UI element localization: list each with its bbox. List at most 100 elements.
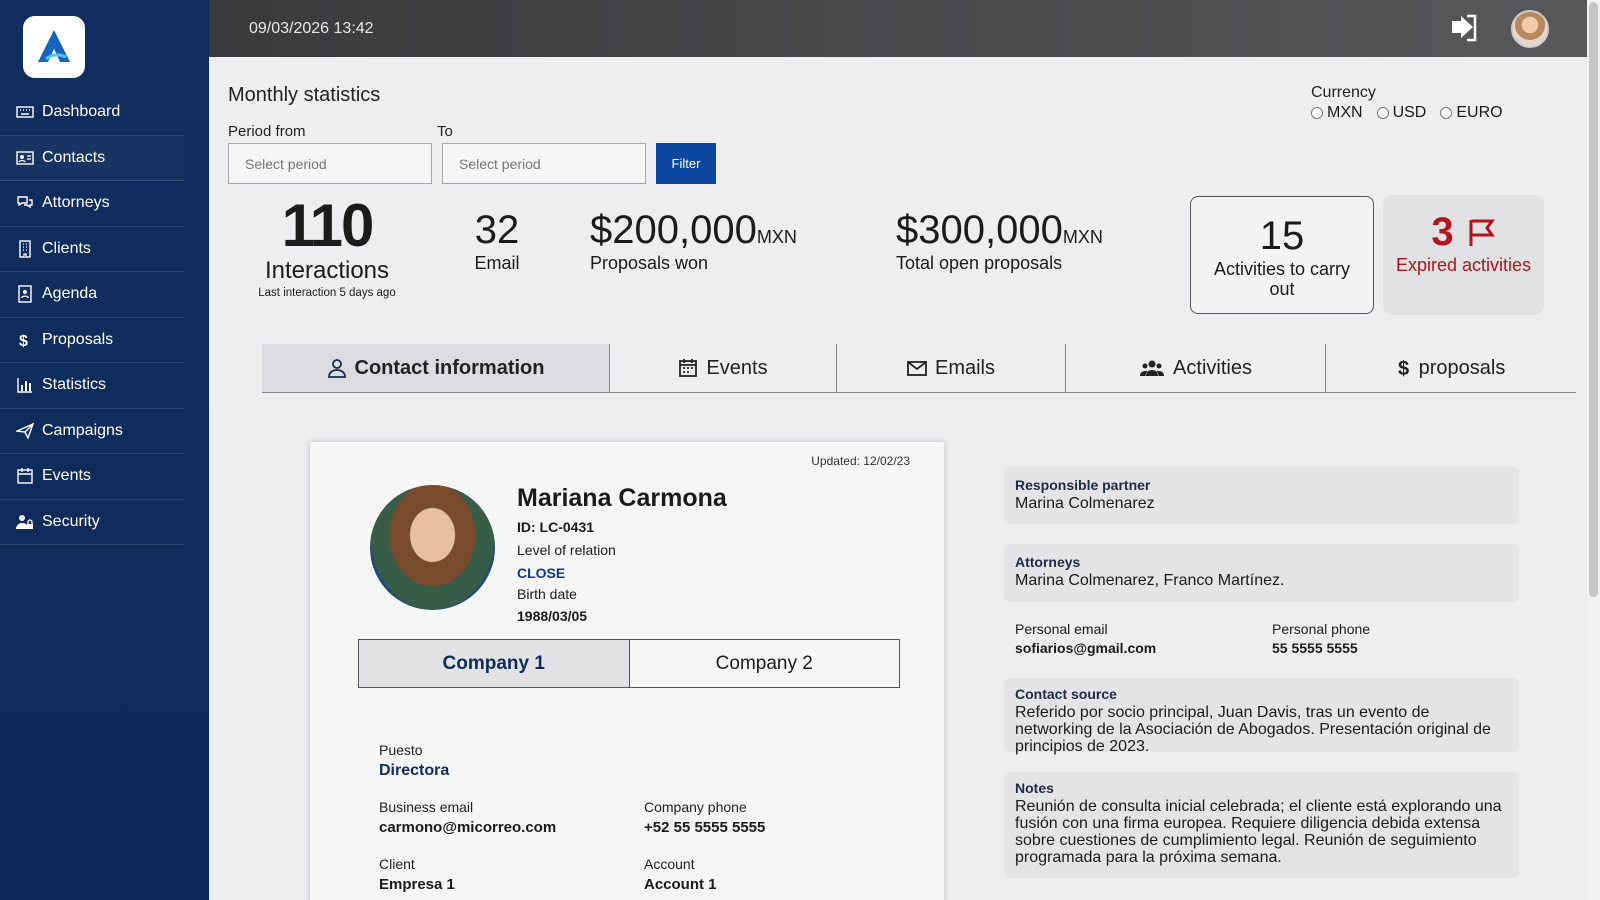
stat-email: 32 Email	[462, 207, 532, 274]
sidebar-item-security[interactable]: Security	[0, 500, 184, 545]
stat-label: Expired activities	[1395, 255, 1532, 275]
activities-card[interactable]: 15 Activities to carry out	[1190, 196, 1374, 314]
tab-label: Emails	[934, 356, 995, 379]
tab-proposals[interactable]: $ proposals	[1326, 344, 1576, 392]
stat-label: Interactions	[264, 257, 390, 284]
contact-card: Updated: 12/02/23 Mariana Carmona ID: LC…	[310, 442, 944, 900]
currency-option-mxn[interactable]: MXN	[1311, 104, 1363, 122]
contact-photo	[370, 485, 495, 610]
sidebar-item-label: Proposals	[42, 330, 114, 348]
field-label: Personal email	[1015, 621, 1108, 637]
chat-bubbles-icon	[17, 196, 33, 209]
radio-icon	[1311, 107, 1323, 119]
currency-option-usd[interactable]: USD	[1376, 104, 1427, 122]
sidebar-item-label: Security	[42, 512, 100, 530]
tab-contact-information[interactable]: Contact information	[262, 344, 610, 392]
radio-icon	[1440, 107, 1453, 119]
tab-emails[interactable]: Emails	[837, 344, 1066, 392]
business-email-field: Business email carmono@micorreo.com	[379, 799, 556, 836]
stat-value: $200,000	[590, 208, 757, 252]
field-value: carmono@micorreo.com	[379, 819, 557, 836]
stat-label: Total open proposals	[896, 253, 1063, 273]
filter-button[interactable]: Filter	[656, 143, 716, 184]
stat-label: Email	[474, 253, 520, 273]
datetime: 09/03/2026 13:42	[249, 19, 374, 37]
field-label: Business email	[379, 799, 474, 815]
tab-company-1[interactable]: Company 1	[359, 640, 630, 687]
radio-icon	[1376, 107, 1389, 119]
field-value: Account 1	[644, 876, 717, 893]
tab-company-2[interactable]: Company 2	[630, 640, 900, 687]
top-bar: 09/03/2026 13:42	[209, 0, 1587, 57]
currency-option-label: EURO	[1456, 104, 1503, 121]
building-icon	[19, 240, 31, 258]
sidebar-item-agenda[interactable]: Agenda	[0, 272, 184, 318]
stat-subtext: Last interaction 5 days ago	[258, 287, 396, 299]
stat-proposals-won: $200,000MXN Proposals won	[590, 207, 797, 274]
position-field: Puesto Directora	[379, 742, 449, 780]
period-from-input[interactable]	[228, 143, 432, 184]
sidebar-item-events[interactable]: Events	[0, 454, 184, 500]
logo-icon	[38, 30, 70, 62]
sidebar-item-clients[interactable]: Clients	[0, 227, 184, 272]
scrollbar[interactable]	[1587, 0, 1600, 900]
field-value: Marina Colmenarez	[1015, 495, 1155, 512]
svg-text:$: $	[1398, 358, 1409, 378]
attorneys-box: Attorneys Marina Colmenarez, Franco Mart…	[1004, 544, 1519, 602]
stat-value: 15	[1259, 214, 1305, 258]
sidebar-item-proposals[interactable]: $ Proposals	[0, 318, 184, 363]
field-label: Personal phone	[1272, 621, 1371, 637]
birth-label: Birth date	[517, 586, 577, 602]
field-value: Reunión de consulta inicial celebrada; e…	[1015, 798, 1502, 866]
company-tabs: Company 1 Company 2	[358, 639, 900, 688]
sidebar-item-label: Campaigns	[42, 421, 123, 439]
currency-option-label: MXN	[1327, 104, 1363, 121]
app-logo[interactable]	[23, 16, 85, 78]
field-value: Empresa 1	[379, 876, 455, 893]
calendar-icon	[17, 468, 33, 484]
sidebar-nav: Dashboard Contacts Attorneys Clients Age…	[0, 90, 184, 545]
field-value: sofiarios@gmail.com	[1015, 640, 1157, 656]
logout-icon[interactable]	[1449, 13, 1479, 43]
responsible-partner-box: Responsible partner Marina Colmenarez	[1004, 467, 1519, 524]
currency-option-euro[interactable]: EURO	[1440, 104, 1503, 122]
field-label: Company phone	[644, 799, 747, 815]
field-value: Directora	[379, 762, 450, 779]
stat-interactions: 110 Interactions Last interaction 5 days…	[247, 192, 407, 300]
sidebar-item-campaigns[interactable]: Campaigns	[0, 409, 184, 454]
tab-activities[interactable]: Activities	[1066, 344, 1326, 392]
sidebar-item-label: Agenda	[42, 285, 98, 303]
field-label: Account	[644, 856, 695, 872]
notes-box: Notes Reunión de consulta inicial celebr…	[1004, 772, 1519, 878]
sidebar-item-label: Events	[42, 467, 91, 485]
contact-card-icon	[16, 151, 34, 165]
sidebar-item-label: Clients	[42, 239, 91, 257]
contact-tabs: Contact information Events Emails Activi…	[262, 344, 1576, 393]
user-avatar[interactable]	[1511, 10, 1549, 48]
sidebar-item-contacts[interactable]: Contacts	[0, 135, 184, 181]
scrollbar-thumb[interactable]	[1589, 2, 1598, 597]
field-label: Responsible partner	[1015, 477, 1151, 493]
keyboard-icon	[16, 106, 34, 118]
expired-activities-card[interactable]: 3 Expired activities	[1383, 195, 1544, 315]
currency-option-label: USD	[1392, 104, 1427, 121]
sidebar-item-label: Attorneys	[42, 194, 110, 212]
sidebar-item-attorneys[interactable]: Attorneys	[0, 181, 184, 227]
bar-chart-icon	[17, 378, 32, 393]
sidebar-item-dashboard[interactable]: Dashboard	[0, 90, 184, 136]
contact-name: Mariana Carmona	[517, 484, 727, 512]
page-title: Monthly statistics	[228, 84, 381, 106]
stat-label: Activities to carry out	[1213, 259, 1351, 299]
contact-id: ID: LC-0431	[517, 519, 595, 535]
stat-value: 32	[474, 208, 520, 252]
field-value: Marina Colmenarez, Franco Martínez.	[1015, 572, 1285, 589]
address-book-icon	[18, 285, 32, 303]
stat-value: 110	[281, 192, 375, 259]
sidebar: Dashboard Contacts Attorneys Clients Age…	[0, 0, 209, 900]
tab-events[interactable]: Events	[610, 344, 837, 392]
relation-label: Level of relation	[517, 542, 616, 558]
users-icon	[1140, 360, 1165, 376]
period-to-input[interactable]	[442, 143, 646, 184]
sidebar-item-statistics[interactable]: Statistics	[0, 363, 184, 409]
envelope-icon	[907, 361, 927, 376]
